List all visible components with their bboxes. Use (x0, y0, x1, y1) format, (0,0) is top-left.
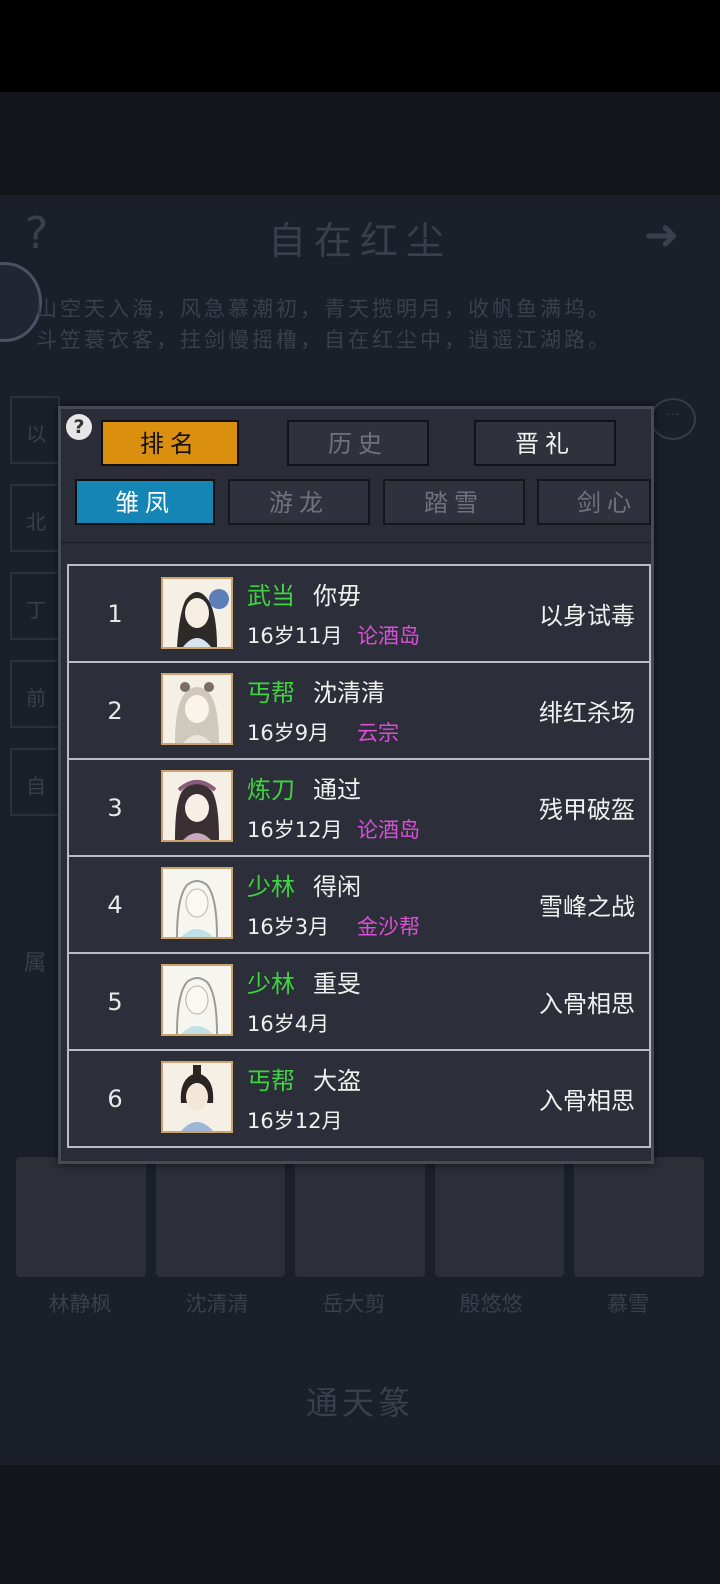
ranking-row[interactable]: 6 丐帮 大盗 16岁12月 入骨相思 (67, 1051, 651, 1148)
hero-name: 沈清清 (185, 1292, 249, 1316)
tab-chufeng[interactable]: 雏凤 (75, 479, 215, 525)
player-name: 重旻 (313, 970, 361, 998)
player-name: 得闲 (313, 873, 361, 901)
arrow-right-icon: ➜ (644, 210, 680, 259)
character-portrait[interactable] (161, 673, 233, 745)
player-title: 雪峰之战 (539, 893, 635, 921)
player-title: 残甲破盔 (539, 796, 635, 824)
hero-card (295, 1157, 425, 1277)
rank-number: 6 (107, 1084, 123, 1113)
character-portrait[interactable] (161, 577, 233, 649)
ranking-row[interactable]: 5 少林 重旻 16岁4月 入骨相思 (67, 954, 651, 1051)
ranking-dialog: ? 排名 历史 晋礼 雏凤 游龙 踏雪 剑心 1 武当 你毋 16岁11月 论酒… (58, 406, 654, 1164)
sect-label: 武当 (247, 582, 295, 610)
hero-name: 慕雪 (607, 1292, 649, 1316)
tab-promotion[interactable]: 晋礼 (474, 420, 616, 466)
location-label: 云宗 (357, 721, 399, 745)
character-portrait[interactable] (161, 1061, 233, 1133)
ranking-row[interactable]: 4 少林 得闲 16岁3月 金沙帮 雪峰之战 (67, 857, 651, 954)
age-label: 16岁4月 (247, 1012, 330, 1036)
player-title: 入骨相思 (539, 1087, 635, 1115)
location-label: 论酒岛 (357, 624, 420, 648)
player-title: 绯红杀场 (539, 699, 635, 727)
player-name: 通过 (313, 776, 361, 804)
hero-strip (16, 1157, 704, 1277)
side-row: 自 (10, 748, 60, 816)
sect-label: 丐帮 (247, 1067, 295, 1095)
character-portrait[interactable] (161, 867, 233, 939)
ranking-list: 1 武当 你毋 16岁11月 论酒岛 以身试毒 2 丐帮 沈清清 16岁9月 云… (67, 564, 651, 1148)
hero-name: 林静枫 (48, 1292, 112, 1316)
side-row: 丁 (10, 572, 60, 640)
hero-card (155, 1157, 286, 1277)
rank-number: 1 (107, 599, 123, 628)
hero-card (574, 1157, 704, 1277)
side-row: 以 (10, 396, 60, 464)
character-portrait[interactable] (161, 964, 233, 1036)
hero-name: 岳大剪 (322, 1292, 386, 1316)
location-label: 金沙帮 (357, 915, 420, 939)
tab-jianxin[interactable]: 剑心 (537, 479, 651, 525)
side-row: 前 (10, 660, 60, 728)
tabs-divider (61, 542, 651, 543)
tab-youlong[interactable]: 游龙 (228, 479, 370, 525)
hero-card (16, 1157, 146, 1277)
ranking-row[interactable]: 1 武当 你毋 16岁11月 论酒岛 以身试毒 (67, 564, 651, 663)
attribute-label: 属 (24, 951, 47, 976)
side-row: 北 (10, 484, 60, 552)
ranking-row[interactable]: 3 炼刀 通过 16岁12月 论酒岛 残甲破盔 (67, 760, 651, 857)
player-title: 以身试毒 (539, 602, 635, 630)
help-button[interactable]: ? (66, 414, 92, 440)
sect-label: 少林 (247, 873, 295, 901)
player-name: 你毋 (313, 582, 361, 610)
sect-label: 炼刀 (247, 776, 295, 804)
hero-name: 殷悠悠 (459, 1292, 523, 1316)
location-label: 论酒岛 (357, 818, 420, 842)
player-name: 沈清清 (313, 679, 385, 707)
player-name: 大盗 (313, 1067, 361, 1095)
age-label: 16岁12月 (247, 1109, 343, 1133)
player-title: 入骨相思 (539, 990, 635, 1018)
rank-number: 4 (107, 890, 123, 919)
status-bar (0, 0, 720, 92)
sect-label: 丐帮 (247, 679, 295, 707)
rank-number: 5 (107, 987, 123, 1016)
ranking-row[interactable]: 2 丐帮 沈清清 16岁9月 云宗 绯红杀场 (67, 663, 651, 760)
poem-line-2: 斗笠蓑衣客，拄剑慢摇橹，自在红尘中，逍遥江湖路。 (36, 328, 612, 352)
age-label: 16岁11月 (247, 624, 343, 648)
rank-number: 3 (107, 793, 123, 822)
rank-number: 2 (107, 696, 123, 725)
age-label: 16岁9月 (247, 721, 330, 745)
sect-label: 少林 (247, 970, 295, 998)
tab-taxue[interactable]: 踏雪 (383, 479, 525, 525)
tab-ranking[interactable]: 排名 (101, 420, 239, 466)
age-label: 16岁12月 (247, 818, 343, 842)
age-label: 16岁3月 (247, 915, 330, 939)
character-portrait[interactable] (161, 770, 233, 842)
hero-card (434, 1157, 565, 1277)
page-title: 自在红尘 (267, 219, 452, 263)
poem-line-1: 山空天入海，风急慕潮初，青天揽明月，收帆鱼满坞。 (36, 297, 612, 321)
tab-history[interactable]: 历史 (287, 420, 429, 466)
chat-icon: ··· (650, 398, 696, 440)
bottom-title: 通天篆 (305, 1384, 414, 1422)
